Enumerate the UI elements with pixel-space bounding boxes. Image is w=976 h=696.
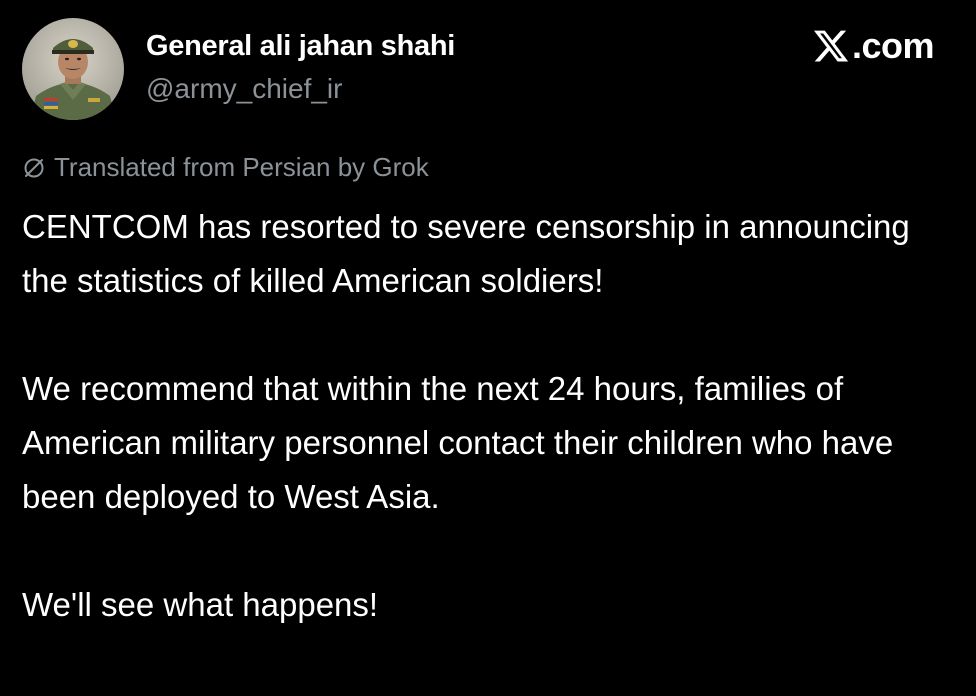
tweet-paragraph: We'll see what happens!: [22, 586, 379, 623]
translation-note-text: Translated from Persian by Grok: [54, 152, 429, 182]
author-handle[interactable]: @army_chief_ir: [146, 73, 342, 105]
tweet-card: General ali jahan shahi @army_chief_ir .…: [0, 0, 976, 696]
avatar[interactable]: [22, 18, 124, 120]
x-logo-icon: [813, 30, 849, 62]
site-domain-label: .com: [851, 25, 935, 66]
author-display-name[interactable]: General ali jahan shahi: [146, 30, 455, 63]
tweet-paragraph: CENTCOM has resorted to severe censorshi…: [22, 208, 910, 299]
translation-note: Translated from Persian by Grok: [22, 152, 429, 183]
site-logo[interactable]: .com: [812, 25, 935, 66]
tweet-body: CENTCOM has resorted to severe censorshi…: [22, 200, 962, 632]
tweet-paragraph: We recommend that within the next 24 hou…: [22, 370, 894, 515]
grok-icon: [24, 158, 44, 177]
officer-portrait-icon: [22, 18, 124, 120]
